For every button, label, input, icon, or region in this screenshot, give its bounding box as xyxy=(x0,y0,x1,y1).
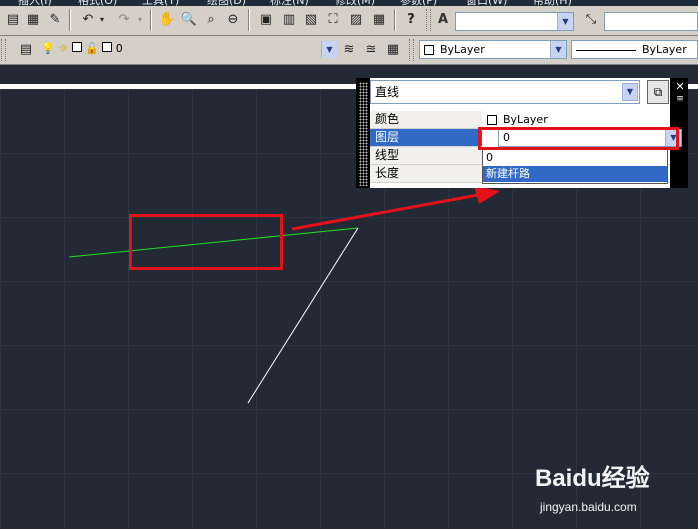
dropdown-option-selected[interactable]: 新建杆路 xyxy=(483,166,667,182)
property-name: 图层 xyxy=(370,129,482,147)
color-swatch-icon xyxy=(487,115,497,125)
palette-menu-icon[interactable]: ≡ xyxy=(673,94,687,104)
property-name: 颜色 xyxy=(370,111,482,129)
palette-grip[interactable] xyxy=(359,82,368,186)
quick-select-icon[interactable]: ⧉ xyxy=(647,80,669,104)
dropdown-option[interactable]: 0 xyxy=(483,150,667,166)
color-value: ByLayer xyxy=(503,113,548,126)
property-name: 长度 xyxy=(370,165,482,183)
property-name: 线型 xyxy=(370,147,482,165)
close-icon[interactable]: ✕ xyxy=(673,80,687,93)
arrow-head xyxy=(474,186,500,204)
object-type-value: 直线 xyxy=(375,85,400,99)
layer-dropdown-list: 0 新建杆路 xyxy=(482,149,668,184)
object-type-select[interactable]: 直线 ▼ xyxy=(370,80,640,104)
highlight-box-dropdown xyxy=(478,127,679,150)
watermark-logo: Baidu经验 xyxy=(535,458,650,493)
watermark-brand: Baidu经验 xyxy=(535,465,650,492)
watermark-url: jingyan.baidu.com xyxy=(540,500,637,514)
chevron-down-icon: ▼ xyxy=(622,83,638,101)
highlight-box-line xyxy=(129,214,283,270)
annotation-arrow xyxy=(291,193,479,231)
